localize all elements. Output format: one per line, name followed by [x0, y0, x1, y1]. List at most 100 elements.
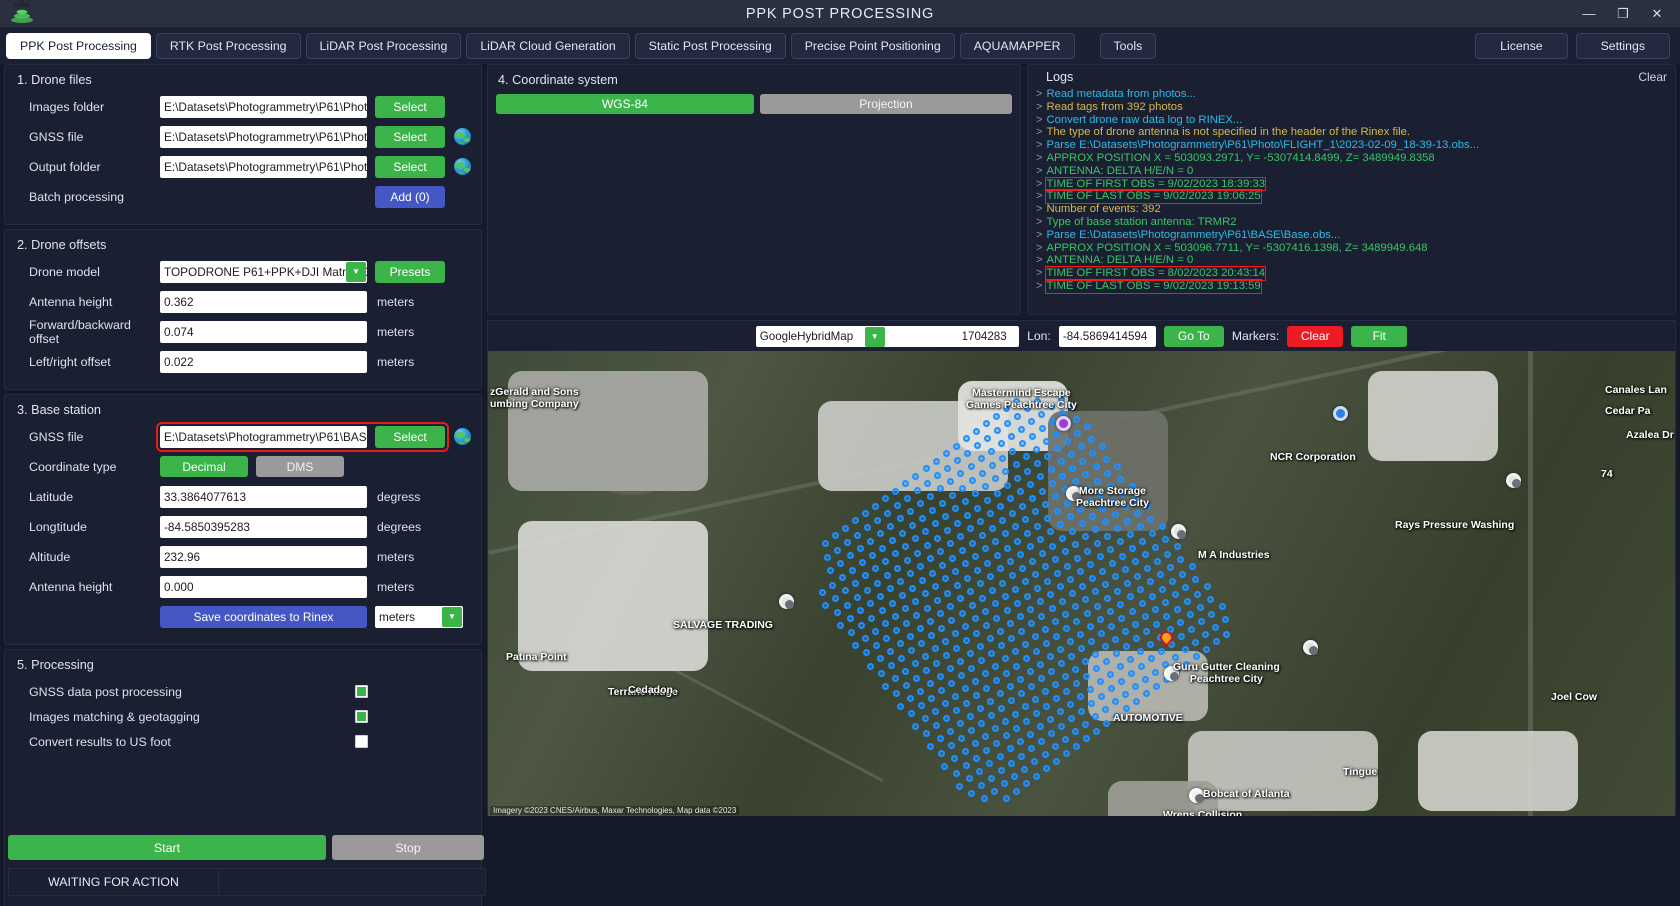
log-text: TIME OF FIRST OBS = 8/02/2023 20:43:14 — [1045, 266, 1267, 281]
map-lon-input[interactable]: -84.5869414594 — [1058, 325, 1156, 347]
globe-icon[interactable] — [454, 158, 471, 175]
tab-static-post-processing[interactable]: Static Post Processing — [634, 32, 786, 59]
map-poi-marker[interactable] — [1333, 406, 1348, 421]
images-matching-checkbox[interactable] — [355, 710, 368, 723]
base-station-marker[interactable] — [1157, 628, 1176, 647]
tab-rtk-post-processing[interactable]: RTK Post Processing — [155, 32, 301, 59]
maximize-icon[interactable]: ❐ — [1606, 0, 1640, 27]
output-folder-label: Output folder — [29, 159, 101, 174]
drone-model-label: Drone model — [29, 264, 100, 279]
map-poi-marker[interactable] — [1171, 524, 1186, 539]
base-station-title: 3. Base station — [17, 403, 101, 417]
close-icon[interactable]: ✕ — [1640, 0, 1674, 27]
log-prompt-icon: > — [1036, 88, 1043, 100]
map-lon-label: Lon: — [1027, 329, 1051, 343]
map-poi-marker[interactable] — [1506, 473, 1521, 488]
drone-files-title: 1. Drone files — [17, 73, 92, 87]
logs-header: Logs Clear — [1036, 70, 1667, 84]
map-toolbar: GoogleHybridMap ▼ Lat: 33.3871704283 Lon… — [488, 321, 1675, 351]
base-antenna-height-input[interactable]: 0.000 — [160, 575, 367, 598]
log-text: APPROX POSITION X = 503096.7711, Y= -530… — [1046, 241, 1428, 254]
log-line: > APPROX POSITION X = 503096.7711, Y= -53… — [1036, 242, 1667, 255]
batch-add-button[interactable]: Add (0) — [375, 185, 445, 208]
output-folder-input[interactable]: E:\Datasets\Photogrammetry\P61\Photo\F — [160, 155, 367, 178]
forward-backward-offset-input[interactable]: 0.074 — [160, 320, 367, 343]
gnss-file-select-button[interactable]: Select — [375, 125, 445, 148]
map-fit-button[interactable]: Fit — [1351, 325, 1408, 347]
coordinate-type-decimal-button[interactable]: Decimal — [160, 456, 248, 477]
chevron-down-icon[interactable]: ▼ — [442, 606, 462, 627]
globe-icon[interactable] — [454, 128, 471, 145]
log-prompt-icon: > — [1036, 151, 1043, 164]
tab-lidar-post-processing[interactable]: LiDAR Post Processing — [305, 32, 462, 59]
map-poi-marker[interactable] — [1189, 788, 1204, 803]
gnss-file-input[interactable]: E:\Datasets\Photogrammetry\P61\Photo\F — [160, 125, 367, 148]
tab-lidar-cloud-generation[interactable]: LiDAR Cloud Generation — [466, 32, 630, 59]
map-type-select[interactable]: GoogleHybridMap ▼ — [755, 325, 963, 347]
log-text: TIME OF LAST OBS = 9/02/2023 19:06:25 — [1045, 189, 1262, 205]
drone-model-value[interactable]: TOPODRONE P61+PPK+DJI Matrice 3 — [160, 260, 367, 283]
map-poi-marker[interactable] — [1303, 640, 1318, 655]
presets-button[interactable]: Presets — [375, 260, 445, 283]
tab-ppk-post-processing[interactable]: PPK Post Processing — [6, 32, 151, 59]
stop-button[interactable]: Stop — [332, 835, 484, 860]
coordinate-system-panel: 4. Coordinate system WGS-84 Projection — [487, 64, 1021, 315]
log-prompt-icon: > — [1036, 254, 1043, 267]
log-prompt-icon: > — [1036, 190, 1043, 203]
gnss-file-label: GNSS file — [29, 129, 84, 144]
map-type-value[interactable]: GoogleHybridMap — [755, 325, 963, 347]
settings-button[interactable]: Settings — [1575, 32, 1670, 59]
log-text: Parse E:\Datasets\Photogrammetry\P61\BAS… — [1046, 228, 1341, 241]
projection-button[interactable]: Projection — [759, 94, 1012, 114]
map-poi-marker[interactable] — [779, 594, 794, 609]
drone-antenna-height-input[interactable]: 0.362 — [160, 290, 367, 313]
tab-precise-point-positioning[interactable]: Precise Point Positioning — [790, 32, 955, 59]
processing-item-matching[interactable]: Images matching & geotagging — [15, 704, 471, 729]
wgs84-button[interactable]: WGS-84 — [496, 94, 754, 114]
log-line: > Convert drone raw data log to RINEX... — [1036, 114, 1667, 127]
map-goto-button[interactable]: Go To — [1163, 325, 1224, 347]
latitude-input[interactable]: 33.3864077613 — [160, 485, 367, 508]
unit-select[interactable]: meters ▼ — [375, 605, 463, 628]
gnss-post-processing-checkbox[interactable] — [355, 685, 368, 698]
processing-item-gnss[interactable]: GNSS data post processing — [15, 679, 471, 704]
license-button[interactable]: License — [1475, 32, 1568, 59]
log-prompt-icon: > — [1036, 139, 1043, 152]
log-text: ANTENNA: DELTA H/E/N = 0 — [1046, 164, 1194, 177]
base-gnss-select-button[interactable]: Select — [375, 425, 445, 448]
chevron-down-icon[interactable]: ▼ — [864, 326, 885, 347]
images-folder-select-button[interactable]: Select — [375, 95, 445, 118]
map-poi-marker[interactable] — [1066, 486, 1081, 501]
map-canvas[interactable]: zGerald and Sons umbing Company Mastermin… — [488, 351, 1675, 816]
map-place-label: Azalea Dr — [1626, 429, 1674, 441]
coordinate-type-dms-button[interactable]: DMS — [256, 456, 344, 477]
save-coordinates-button[interactable]: Save coordinates to Rinex — [160, 605, 367, 628]
globe-icon[interactable] — [454, 428, 471, 445]
output-folder-select-button[interactable]: Select — [375, 155, 445, 178]
log-line: > TIME OF LAST OBS = 9/02/2023 19:13:59 — [1036, 278, 1667, 294]
map-panel: GoogleHybridMap ▼ Lat: 33.3871704283 Lon… — [487, 320, 1676, 816]
images-folder-input[interactable]: E:\Datasets\Photogrammetry\P61\Photo\F — [160, 95, 367, 118]
map-clear-markers-button[interactable]: Clear — [1287, 325, 1344, 347]
base-antenna-height-units: meters — [377, 579, 415, 594]
processing-item-usfoot[interactable]: Convert results to US foot — [15, 729, 471, 754]
map-place-label: 74 — [1601, 468, 1613, 480]
start-button[interactable]: Start — [8, 835, 326, 860]
convert-us-foot-checkbox[interactable] — [355, 735, 368, 748]
map-poi-marker[interactable] — [1056, 416, 1071, 431]
logs-list[interactable]: > Read metadata from photos... > Read tags … — [1036, 88, 1667, 294]
tab-aquamapper[interactable]: AQUAMAPPER — [959, 32, 1075, 59]
chevron-down-icon[interactable]: ▼ — [346, 261, 366, 282]
log-line: > TIME OF FIRST OBS = 9/02/2023 18:39:33 — [1036, 176, 1667, 192]
logs-clear-button[interactable]: Clear — [1638, 70, 1667, 84]
app-logo-icon — [11, 0, 33, 23]
left-right-offset-input[interactable]: 0.022 — [160, 350, 367, 373]
altitude-input[interactable]: 232.96 — [160, 545, 367, 568]
map-poi-marker[interactable] — [1164, 666, 1179, 681]
base-gnss-file-input[interactable]: E:\Datasets\Photogrammetry\P61\BASE\B — [160, 425, 367, 448]
tab-tools[interactable]: Tools — [1099, 32, 1157, 59]
drone-model-select[interactable]: TOPODRONE P61+PPK+DJI Matrice 3 ▼ — [160, 260, 367, 283]
minimize-icon[interactable]: — — [1572, 0, 1606, 27]
altitude-row: Altitude 232.96 meters — [15, 544, 471, 569]
longitude-input[interactable]: -84.5850395283 — [160, 515, 367, 538]
